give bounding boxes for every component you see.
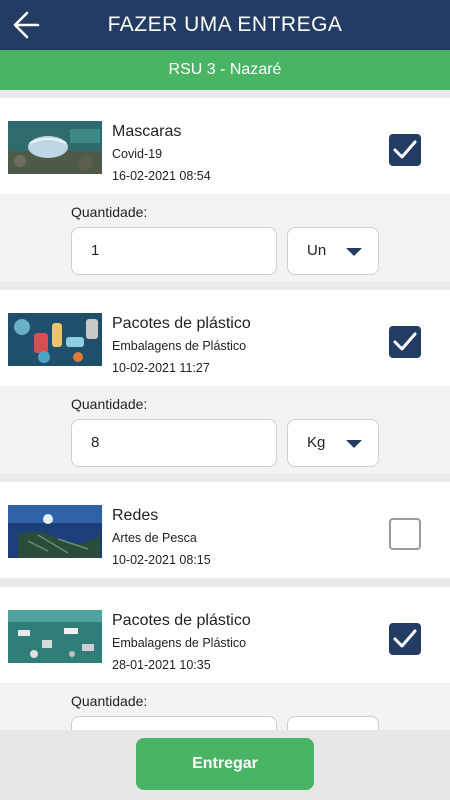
item-photo xyxy=(8,121,102,174)
item-category: Covid-19 xyxy=(112,147,163,161)
unit-dropdown[interactable]: Un xyxy=(287,227,379,275)
quantity-label: Quantidade: xyxy=(71,693,148,709)
item-checkbox[interactable] xyxy=(389,623,421,655)
chevron-down-icon xyxy=(346,248,362,256)
item-date: 28-01-2021 10:35 xyxy=(112,658,211,672)
page-title: FAZER UMA ENTREGA xyxy=(107,13,343,36)
item-date: 16-02-2021 08:54 xyxy=(112,169,211,183)
unit-value: Un xyxy=(307,242,327,259)
item-row[interactable]: Pacotes de plástico Embalagens de Plásti… xyxy=(0,587,450,683)
item-category: Embalagens de Plástico xyxy=(112,339,247,353)
item-checkbox[interactable] xyxy=(389,134,421,166)
unit-dropdown[interactable]: Kg xyxy=(287,419,379,467)
unit-dropdown[interactable] xyxy=(287,716,379,730)
unit-value: Kg xyxy=(307,434,326,451)
item-row[interactable]: Redes Artes de Pesca 10-02-2021 08:15 xyxy=(0,482,450,578)
submit-delivery-button[interactable]: Entregar xyxy=(136,738,314,790)
checkmark-icon xyxy=(393,332,417,351)
item-date: 10-02-2021 11:27 xyxy=(112,361,210,375)
app-bar: FAZER UMA ENTREGA xyxy=(0,0,450,50)
quantity-label: Quantidade: xyxy=(71,204,148,220)
item-title: Mascaras xyxy=(112,123,182,140)
items-list[interactable]: Mascaras Covid-19 16-02-2021 08:54 Quant… xyxy=(0,90,450,730)
item-category: Embalagens de Plástico xyxy=(112,636,247,650)
quantity-row: Quantidade: 8 Kg xyxy=(0,386,450,474)
checkmark-icon xyxy=(393,140,417,159)
quantity-row: Quantidade: xyxy=(0,683,450,730)
item-checkbox[interactable] xyxy=(389,326,421,358)
quantity-input[interactable] xyxy=(71,716,277,730)
quantity-input[interactable]: 1 xyxy=(71,227,277,275)
item-photo xyxy=(8,505,102,558)
item-title: Pacotes de plástico xyxy=(112,612,251,629)
item-photo xyxy=(8,313,102,366)
item-date: 10-02-2021 08:15 xyxy=(112,553,211,567)
item-row[interactable]: Mascaras Covid-19 16-02-2021 08:54 xyxy=(0,98,450,194)
location-banner: RSU 3 - Nazaré xyxy=(0,50,450,90)
checkmark-icon xyxy=(393,629,417,648)
item-checkbox[interactable] xyxy=(389,518,421,550)
item-title: Pacotes de plástico xyxy=(112,315,251,332)
item-photo xyxy=(8,610,102,663)
item-title: Redes xyxy=(112,507,159,524)
quantity-label: Quantidade: xyxy=(71,396,148,412)
chevron-down-icon xyxy=(346,440,362,448)
bottom-action-bar: Entregar xyxy=(0,730,450,800)
quantity-input[interactable]: 8 xyxy=(71,419,277,467)
item-row[interactable]: Pacotes de plástico Embalagens de Plásti… xyxy=(0,290,450,386)
item-category: Artes de Pesca xyxy=(112,531,197,545)
quantity-row: Quantidade: 1 Un xyxy=(0,194,450,282)
